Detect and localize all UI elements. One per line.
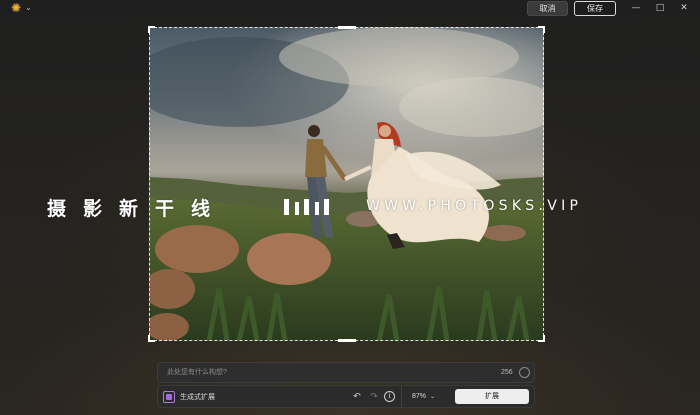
info-icon[interactable]: i [384,391,395,402]
crop-handle-bottom[interactable] [338,339,356,342]
close-icon[interactable]: ✕ [675,1,693,15]
feature-label[interactable]: 生成式扩展 [180,391,215,403]
prompt-input[interactable] [160,365,495,380]
redo-icon[interactable]: ↷ [368,391,380,403]
three-bars-logo-icon [284,199,329,215]
char-limit-ring-icon [519,367,530,378]
title-bar: ✺ ⌄ 取消 保存 — □ ✕ [0,0,700,18]
minimize-icon[interactable]: — [627,1,645,15]
generative-expand-icon[interactable] [163,391,175,403]
maximize-icon[interactable]: □ [651,1,669,15]
expand-button[interactable]: 扩展 [455,389,529,404]
zoom-select[interactable]: 87% [412,391,442,403]
undo-icon[interactable]: ↶ [351,391,363,403]
watermark-chinese: 摄影新干线 [47,198,228,220]
crop-handle-top-left[interactable] [148,26,155,33]
divider [401,386,402,407]
crop-handle-bottom-left[interactable] [148,335,155,342]
crop-handle-bottom-right[interactable] [538,335,545,342]
watermark-english: WWW.PHOTOSKS.VIP [366,198,583,214]
chevron-down-icon[interactable]: ⌄ [430,391,435,403]
crop-frame[interactable] [148,26,545,342]
crop-handle-top[interactable] [338,26,356,29]
action-bar: 生成式扩展 ↶ ↷ i 87% ⌄ 扩展 [157,385,535,408]
save-button[interactable]: 保存 [574,1,616,16]
char-count: 256 [501,369,513,376]
crop-handle-top-right[interactable] [538,26,545,33]
sun-icon[interactable]: ✺ [9,1,23,15]
cancel-button[interactable]: 取消 [527,1,568,16]
prompt-bar: 256 [157,362,535,383]
chevron-down-icon[interactable]: ⌄ [25,1,32,15]
